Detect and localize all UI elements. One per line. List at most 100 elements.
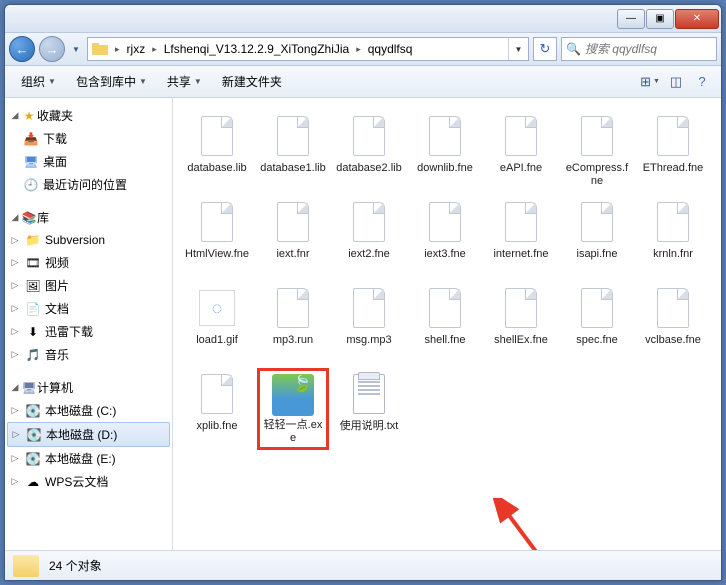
file-icon	[576, 284, 618, 332]
sidebar-item[interactable]: ▷💽本地磁盘 (E:)	[5, 447, 172, 470]
file-list-pane[interactable]: database.lib database1.lib database2.libdo…	[173, 98, 721, 550]
file-item[interactable]: iext.fnr	[257, 196, 329, 278]
file-item[interactable]: EThread.fne	[637, 110, 709, 192]
expand-icon: ▷	[9, 326, 21, 337]
breadcrumb-segment[interactable]: Lfshenqi_V13.12.2.9_XiTongZhiJia	[160, 38, 353, 60]
sidebar-item[interactable]: 🕘最近访问的位置	[5, 173, 172, 196]
file-label: HtmlView.fne	[185, 248, 249, 261]
file-icon	[196, 112, 238, 160]
file-item[interactable]: spec.fne	[561, 282, 633, 364]
file-icon	[424, 112, 466, 160]
chevron-down-icon: ▼	[194, 77, 202, 86]
file-item[interactable]: downlib.fne	[409, 110, 481, 192]
file-item[interactable]: shellEx.fne	[485, 282, 557, 364]
maximize-button[interactable]: ▣	[646, 9, 674, 29]
chevron-down-icon: ▼	[48, 77, 56, 86]
item-icon: ☁	[25, 474, 41, 490]
sidebar-item[interactable]: ▷🖼图片	[5, 274, 172, 297]
annotation-arrow	[493, 498, 613, 550]
star-icon: ★	[21, 108, 37, 124]
file-icon	[500, 284, 542, 332]
share-menu[interactable]: 共享▼	[159, 70, 210, 93]
sidebar-item[interactable]: 📥下载	[5, 127, 172, 150]
sidebar-item[interactable]: ▷📄文档	[5, 297, 172, 320]
view-options-button[interactable]: ⊞▼	[639, 71, 661, 93]
expand-icon: ▷	[9, 257, 21, 268]
breadcrumb[interactable]: ▸ rjxz ▸ Lfshenqi_V13.12.2.9_XiTongZhiJi…	[87, 37, 529, 61]
file-item[interactable]: database2.lib	[333, 110, 405, 192]
file-icon	[196, 198, 238, 246]
sidebar-item[interactable]: ▷💽本地磁盘 (D:)	[7, 422, 170, 447]
file-item[interactable]: krnln.fnr	[637, 196, 709, 278]
statusbar: 24 个对象	[5, 550, 721, 580]
close-button[interactable]: ✕	[675, 9, 719, 29]
item-icon: 🖼	[25, 278, 41, 294]
sidebar-item-label: 音乐	[45, 346, 69, 363]
sidebar-item[interactable]: ▷🎵音乐	[5, 343, 172, 366]
file-item[interactable]: 使用说明.txt	[333, 368, 405, 450]
preview-pane-button[interactable]: ◫	[665, 71, 687, 93]
file-label: shellEx.fne	[494, 334, 548, 347]
file-item[interactable]: database.lib	[181, 110, 253, 192]
sidebar-libraries-header[interactable]: ◢ 📚 库	[5, 206, 172, 229]
search-box[interactable]: 🔍	[561, 37, 717, 61]
help-button[interactable]: ?	[691, 71, 713, 93]
breadcrumb-dropdown[interactable]: ▼	[508, 38, 528, 60]
file-item[interactable]: mp3.run	[257, 282, 329, 364]
file-item[interactable]: HtmlView.fne	[181, 196, 253, 278]
library-icon: 📚	[21, 210, 37, 226]
minimize-button[interactable]: —	[617, 9, 645, 29]
file-item[interactable]: xplib.fne	[181, 368, 253, 450]
forward-button[interactable]: →	[39, 36, 65, 62]
sidebar-computer-group: ◢ 🖥 计算机 ▷💽本地磁盘 (C:)▷💽本地磁盘 (D:)▷💽本地磁盘 (E:…	[5, 376, 172, 493]
file-item[interactable]: 轻轻一点.exe	[257, 368, 329, 450]
file-icon	[652, 284, 694, 332]
sidebar-item[interactable]: ▷⬇迅雷下载	[5, 320, 172, 343]
file-item[interactable]: isapi.fne	[561, 196, 633, 278]
file-item[interactable]: eAPI.fne	[485, 110, 557, 192]
sidebar-item-label: 下载	[43, 130, 67, 147]
file-item[interactable]: database1.lib	[257, 110, 329, 192]
chevron-right-icon: ▸	[353, 44, 364, 55]
file-item[interactable]: iext3.fne	[409, 196, 481, 278]
file-item[interactable]: eCompress.fne	[561, 110, 633, 192]
file-item[interactable]: ◌load1.gif	[181, 282, 253, 364]
sidebar-item-label: 本地磁盘 (C:)	[45, 402, 116, 419]
sidebar-item[interactable]: ▷☁WPS云文档	[5, 470, 172, 493]
sidebar-item[interactable]: ▷💽本地磁盘 (C:)	[5, 399, 172, 422]
sidebar-item[interactable]: ▷🎞视频	[5, 251, 172, 274]
include-library-menu[interactable]: 包含到库中▼	[68, 70, 155, 93]
file-item[interactable]: iext2.fne	[333, 196, 405, 278]
file-item[interactable]: shell.fne	[409, 282, 481, 364]
collapse-icon: ◢	[9, 212, 21, 223]
file-label: vclbase.fne	[645, 334, 701, 347]
breadcrumb-segment[interactable]: qqydlfsq	[364, 38, 417, 60]
item-icon: 🎞	[25, 255, 41, 271]
breadcrumb-segment[interactable]: rjxz	[123, 38, 150, 60]
file-icon	[272, 198, 314, 246]
file-icon	[500, 198, 542, 246]
back-button[interactable]: ←	[9, 36, 35, 62]
file-label: database1.lib	[260, 162, 325, 175]
sidebar-item-label: 本地磁盘 (D:)	[46, 426, 117, 443]
file-label: 使用说明.txt	[340, 420, 399, 433]
sidebar-group-label: 收藏夹	[37, 107, 73, 124]
search-input[interactable]	[585, 42, 712, 56]
file-icon	[576, 112, 618, 160]
nav-history-dropdown[interactable]: ▼	[69, 37, 83, 61]
file-item[interactable]: internet.fne	[485, 196, 557, 278]
file-item[interactable]: vclbase.fne	[637, 282, 709, 364]
new-folder-button[interactable]: 新建文件夹	[214, 70, 290, 93]
file-label: 轻轻一点.exe	[262, 419, 324, 445]
sidebar-item[interactable]: 🖥桌面	[5, 150, 172, 173]
organize-menu[interactable]: 组织▼	[13, 70, 64, 93]
file-label: EThread.fne	[643, 162, 704, 175]
refresh-button[interactable]: ↻	[533, 37, 557, 61]
sidebar-item[interactable]: ▷📁Subversion	[5, 229, 172, 251]
file-item[interactable]: msg.mp3	[333, 282, 405, 364]
sidebar-computer-header[interactable]: ◢ 🖥 计算机	[5, 376, 172, 399]
file-icon	[348, 198, 390, 246]
sidebar-favorites-header[interactable]: ◢ ★ 收藏夹	[5, 104, 172, 127]
chevron-down-icon: ▼	[653, 78, 660, 85]
file-icon	[348, 112, 390, 160]
